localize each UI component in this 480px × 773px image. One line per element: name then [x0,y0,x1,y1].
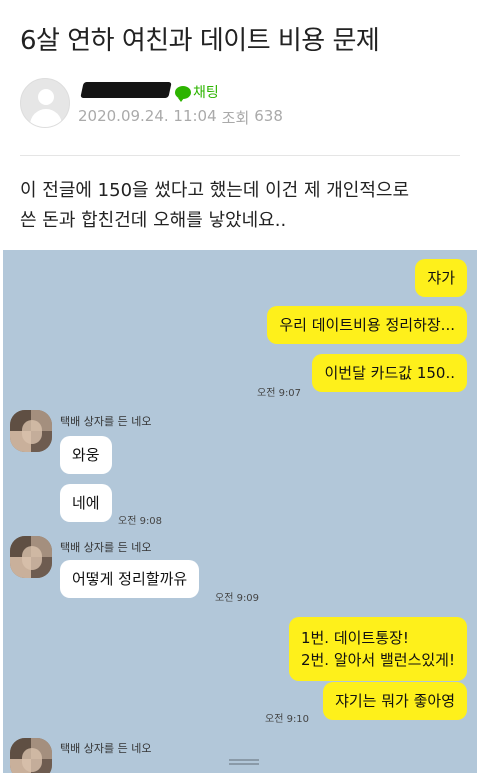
my-message-line: 2번. 알아서 밸런스있게! [300,651,455,669]
friend-avatar[interactable] [10,738,52,773]
chat-bubble-icon [175,85,191,102]
message-time: 오전 9:10 [265,714,310,725]
post-meta: 2020.09.24. 11:04 조회 638 [78,107,283,128]
chat-link-label: 채팅 [193,85,219,101]
message-time: 오전 9:07 [257,388,302,399]
scroll-handle-icon[interactable] [229,759,259,765]
post-date: 2020.09.24. 11:04 [78,107,217,125]
my-message: 이번달 카드값 150.. [312,354,467,392]
post-body-line: 이 전글에 150을 썼다고 했는데 이건 제 개인적으로 [20,180,410,201]
author-avatar[interactable] [20,78,70,128]
chat-screenshot: 쟈가 우리 데이트비용 정리하장... 이번달 카드값 150.. 오전 9:0… [3,250,477,773]
sender-name: 택배 상자를 든 네오 [60,415,152,428]
my-message: 쟈기는 뭐가 좋아영 [323,682,467,720]
views-count: 638 [254,107,283,125]
friend-message: 어떻게 정리할까유 [60,560,200,598]
friend-message: 와웅 [60,436,112,474]
views-label: 조회 [221,109,250,127]
my-message-line: 1번. 데이트통장! [300,629,409,647]
message-time: 오전 9:09 [215,593,260,604]
author-info: 채팅 2020.09.24. 11:04 조회 638 [20,76,460,136]
friend-message: 네에 [60,484,112,522]
divider [20,155,460,156]
message-time: 오전 9:08 [118,516,163,527]
sender-name: 택배 상자를 든 네오 [60,541,152,554]
friend-avatar[interactable] [10,410,52,452]
friend-avatar[interactable] [10,536,52,578]
redacted-author-name [80,82,172,98]
my-message: 우리 데이트비용 정리하장... [267,306,467,344]
post-body: 이 전글에 150을 썼다고 했는데 이건 제 개인적으로 쓴 돈과 합친건데 … [20,176,465,236]
sender-name: 택배 상자를 든 네오 [60,742,152,755]
my-message: 1번. 데이트통장! 2번. 알아서 밸런스있게! [288,617,467,681]
my-message: 쟈가 [415,259,467,297]
chat-link[interactable]: 채팅 [175,82,219,102]
post-body-line: 쓴 돈과 합친건데 오해를 낳았네요.. [20,210,287,231]
post-title: 6살 연하 여친과 데이트 비용 문제 [20,26,380,56]
